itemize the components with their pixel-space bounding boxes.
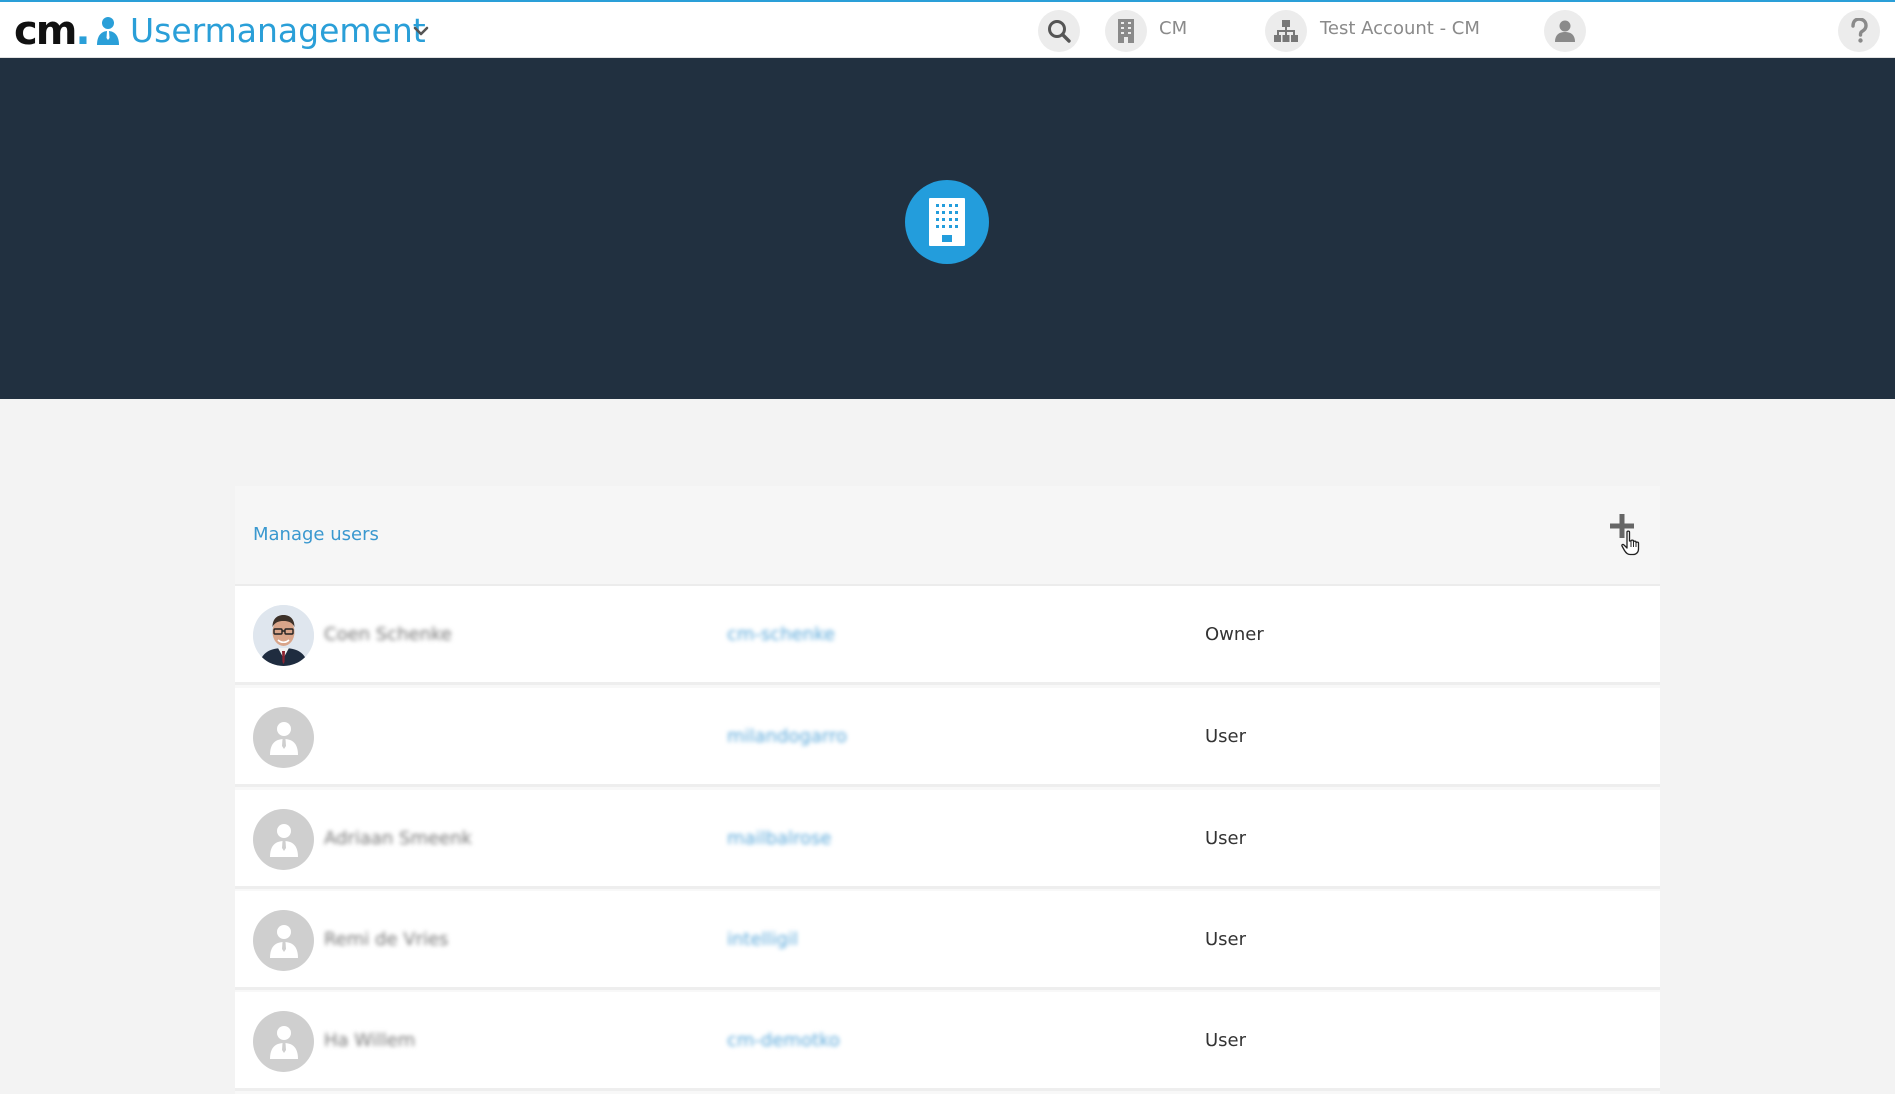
chevron-down-icon[interactable]	[412, 22, 430, 40]
user-photo	[253, 605, 314, 666]
user-app-icon	[97, 17, 119, 45]
logo-text: cm	[14, 8, 77, 54]
building-icon	[929, 198, 965, 246]
user-login[interactable]: cm-demotko	[727, 1030, 840, 1052]
user-name: Ha Willem	[324, 1030, 416, 1051]
avatar	[253, 605, 314, 666]
help-icon	[1851, 18, 1868, 43]
user-role: User	[1205, 929, 1247, 950]
avatar	[253, 707, 314, 768]
avatar	[253, 910, 314, 971]
company-badge	[905, 180, 989, 264]
user-row[interactable]: Ha Willem cm-demotko User	[235, 992, 1660, 1091]
company-label[interactable]: CM	[1159, 18, 1187, 40]
user-icon	[1555, 20, 1575, 42]
manage-users-panel: Manage users Coen Schenke cm-schenke Own…	[235, 486, 1660, 1094]
user-placeholder-icon	[269, 1025, 298, 1059]
user-row[interactable]: milandogarro User	[235, 688, 1660, 787]
search-button[interactable]	[1038, 10, 1080, 52]
user-login[interactable]: mailbalrose	[727, 828, 832, 850]
user-name: Remi de Vries	[324, 929, 449, 950]
user-login[interactable]: milandogarro	[727, 726, 847, 748]
user-placeholder-icon	[269, 721, 298, 755]
user-login[interactable]: intelligil	[727, 929, 798, 951]
panel-title: Manage users	[253, 524, 379, 545]
account-banner	[0, 58, 1895, 399]
logo-dot: .	[75, 8, 90, 54]
user-name: Adriaan Smeenk	[324, 828, 472, 849]
account-label[interactable]: Test Account - CM	[1320, 18, 1480, 40]
user-role: User	[1205, 1030, 1247, 1051]
user-role: User	[1205, 828, 1247, 849]
help-button[interactable]	[1838, 10, 1880, 52]
user-role: Owner	[1205, 624, 1264, 645]
app-title[interactable]: Usermanagement	[130, 10, 426, 52]
user-row[interactable]: Adriaan Smeenk mailbalrose User	[235, 790, 1660, 889]
avatar	[253, 1011, 314, 1072]
top-navbar: cm. Usermanagement CM Test Account - CM	[0, 0, 1895, 58]
user-placeholder-icon	[269, 924, 298, 958]
cm-logo[interactable]: cm.	[14, 8, 91, 54]
user-login[interactable]: cm-schenke	[727, 624, 835, 646]
account-button[interactable]	[1265, 10, 1307, 52]
user-role: User	[1205, 726, 1247, 747]
user-row[interactable]: Remi de Vries intelligil User	[235, 891, 1660, 990]
search-icon	[1048, 20, 1071, 43]
user-menu-button[interactable]	[1544, 10, 1586, 52]
panel-header: Manage users	[235, 486, 1660, 586]
user-placeholder-icon	[269, 823, 298, 857]
user-row[interactable]: Coen Schenke cm-schenke Owner	[235, 586, 1660, 685]
avatar	[253, 809, 314, 870]
building-icon	[1118, 19, 1134, 43]
user-name: Coen Schenke	[324, 624, 452, 645]
company-button[interactable]	[1105, 10, 1147, 52]
hand-cursor-icon	[1621, 530, 1640, 556]
hierarchy-icon	[1274, 20, 1298, 42]
